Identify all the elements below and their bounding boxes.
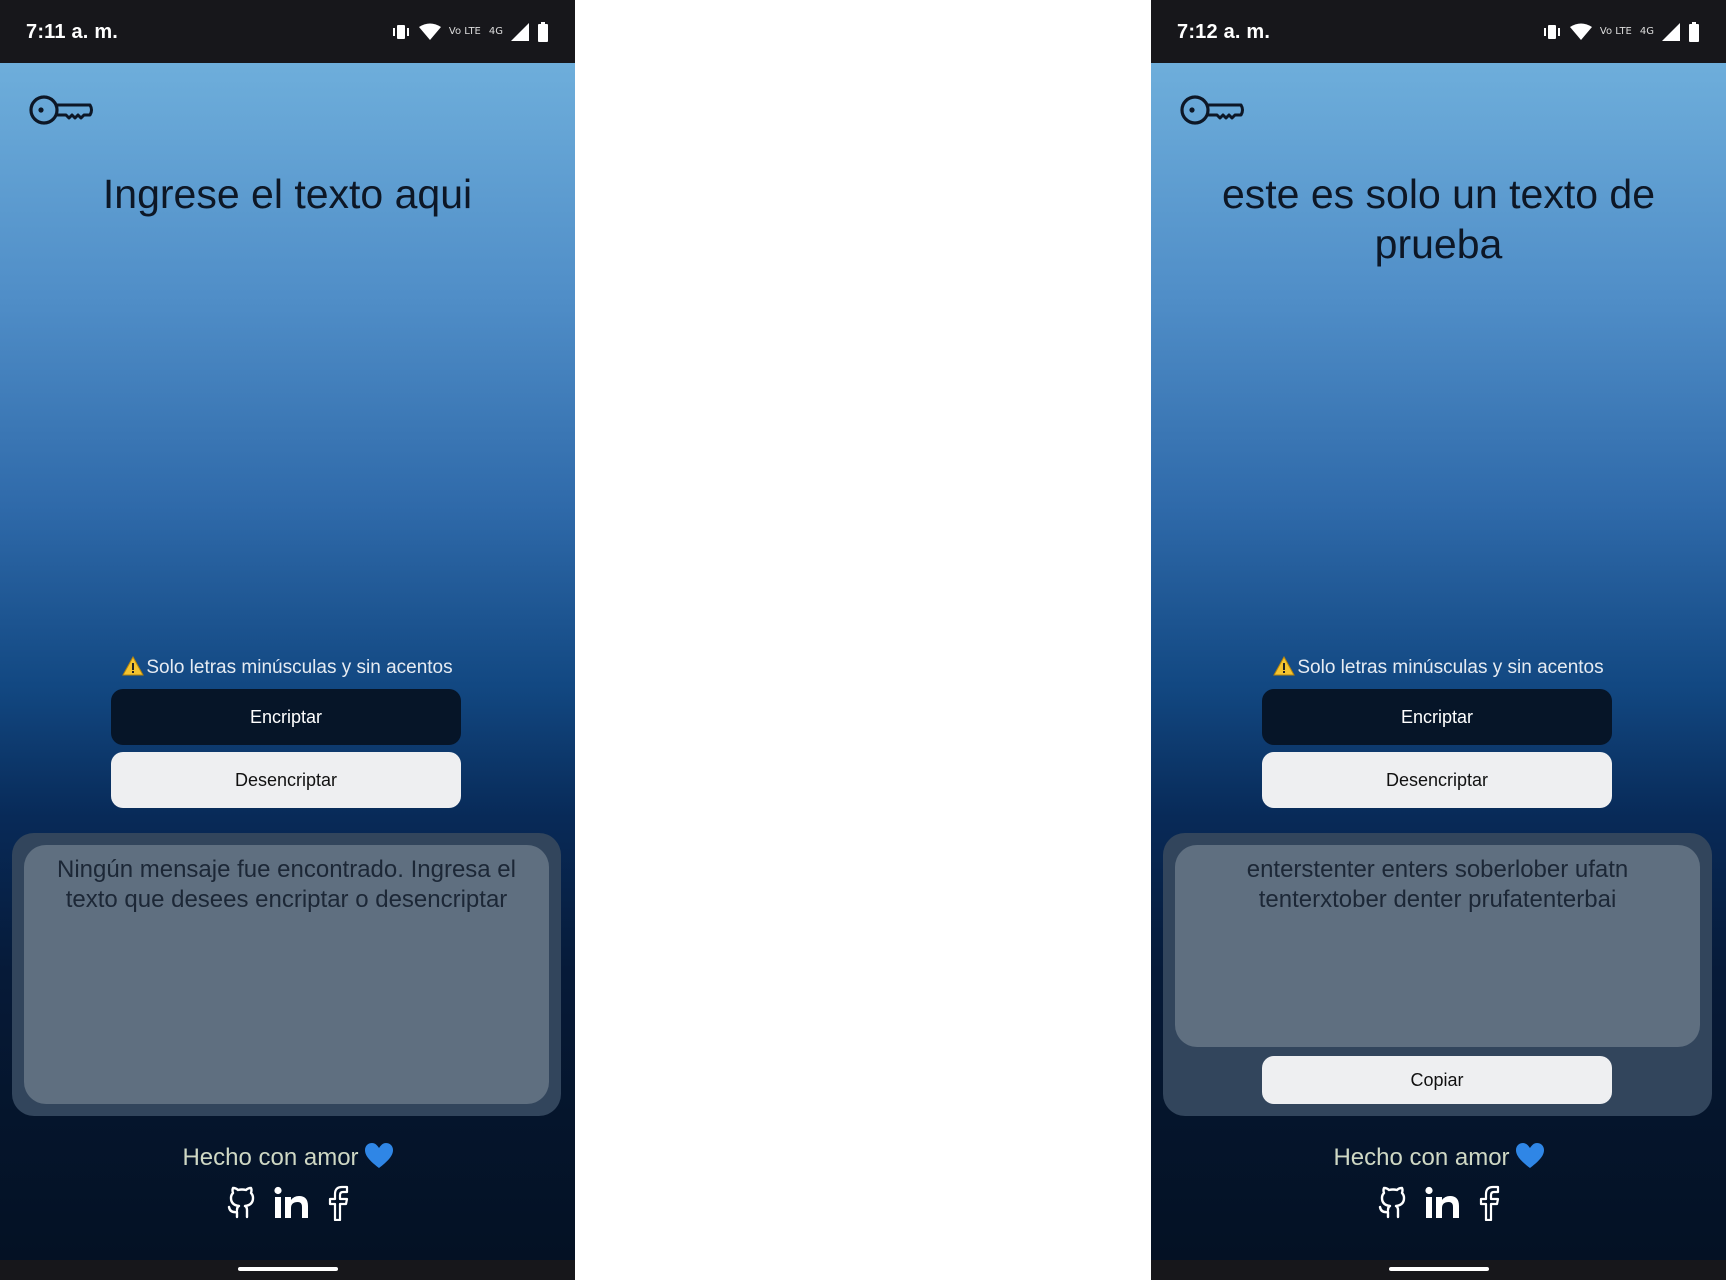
output-text: enterstenter enters soberlober ufatn ten… xyxy=(1175,845,1700,1047)
app-screen: Ingrese el texto aqui Solo letras minúsc… xyxy=(0,63,575,1260)
home-handle[interactable] xyxy=(1388,1267,1489,1271)
status-icons: Vo LTE 4G xyxy=(391,20,549,44)
footer: Hecho con amor xyxy=(1151,1143,1726,1176)
battery-icon xyxy=(1688,22,1700,42)
warning-text: Solo letras minúsculas y sin acentos xyxy=(1297,657,1604,678)
encrypt-button[interactable]: Encriptar xyxy=(1262,689,1612,745)
status-bar: 7:12 a. m. Vo LTE 4G xyxy=(1151,0,1726,63)
output-panel: Ningún mensaje fue encontrado. Ingresa e… xyxy=(12,833,561,1116)
warning-message: Solo letras minúsculas y sin acentos xyxy=(1151,655,1726,682)
github-icon[interactable] xyxy=(225,1186,259,1225)
linkedin-icon[interactable] xyxy=(1424,1186,1462,1225)
warning-text: Solo letras minúsculas y sin acentos xyxy=(146,657,453,678)
key-icon[interactable] xyxy=(28,91,94,129)
vibrate-icon xyxy=(1542,23,1562,41)
app-screen: este es solo un texto de prueba Solo let… xyxy=(1151,63,1726,1260)
blue-heart-icon xyxy=(1515,1143,1544,1176)
footer-text: Hecho con amor xyxy=(182,1144,359,1171)
signal-icon xyxy=(511,23,529,41)
warning-icon xyxy=(1273,655,1296,682)
key-icon[interactable] xyxy=(1179,91,1245,129)
signal-icon xyxy=(1662,23,1680,41)
battery-icon xyxy=(537,22,549,42)
blue-heart-icon xyxy=(364,1143,393,1176)
decrypt-button[interactable]: Desencriptar xyxy=(1262,752,1612,808)
output-text: Ningún mensaje fue encontrado. Ingresa e… xyxy=(24,845,549,1104)
vibrate-icon xyxy=(391,23,411,41)
volte-label: Vo LTE xyxy=(1599,26,1632,37)
navigation-bar xyxy=(1151,1260,1726,1280)
wifi-icon xyxy=(1569,23,1592,41)
phone-screen-right: 7:12 a. m. Vo LTE 4G este es solo un tex… xyxy=(1151,0,1726,1280)
footer-text: Hecho con amor xyxy=(1333,1144,1510,1171)
facebook-icon[interactable] xyxy=(325,1185,351,1226)
network-label: 4G xyxy=(1639,26,1654,37)
encrypt-button[interactable]: Encriptar xyxy=(111,689,461,745)
volte-label: Vo LTE xyxy=(448,26,481,37)
footer: Hecho con amor xyxy=(0,1143,575,1176)
text-input[interactable]: este es solo un texto de prueba xyxy=(1191,169,1686,269)
status-time: 7:12 a. m. xyxy=(1177,21,1271,43)
facebook-icon[interactable] xyxy=(1476,1185,1502,1226)
copy-button[interactable]: Copiar xyxy=(1262,1056,1612,1104)
status-bar: 7:11 a. m. Vo LTE 4G xyxy=(0,0,575,63)
social-links xyxy=(1151,1185,1726,1226)
text-input[interactable]: Ingrese el texto aqui xyxy=(40,169,535,219)
warning-icon xyxy=(122,655,145,682)
output-panel: enterstenter enters soberlober ufatn ten… xyxy=(1163,833,1712,1116)
decrypt-button[interactable]: Desencriptar xyxy=(111,752,461,808)
warning-message: Solo letras minúsculas y sin acentos xyxy=(0,655,575,682)
navigation-bar xyxy=(0,1260,575,1280)
wifi-icon xyxy=(418,23,441,41)
phone-screen-left: 7:11 a. m. Vo LTE 4G Ingrese el texto aq… xyxy=(0,0,575,1280)
status-icons: Vo LTE 4G xyxy=(1542,20,1700,44)
social-links xyxy=(0,1185,575,1226)
status-time: 7:11 a. m. xyxy=(26,21,119,43)
linkedin-icon[interactable] xyxy=(273,1186,311,1225)
network-label: 4G xyxy=(488,26,503,37)
home-handle[interactable] xyxy=(237,1267,338,1271)
github-icon[interactable] xyxy=(1376,1186,1410,1225)
